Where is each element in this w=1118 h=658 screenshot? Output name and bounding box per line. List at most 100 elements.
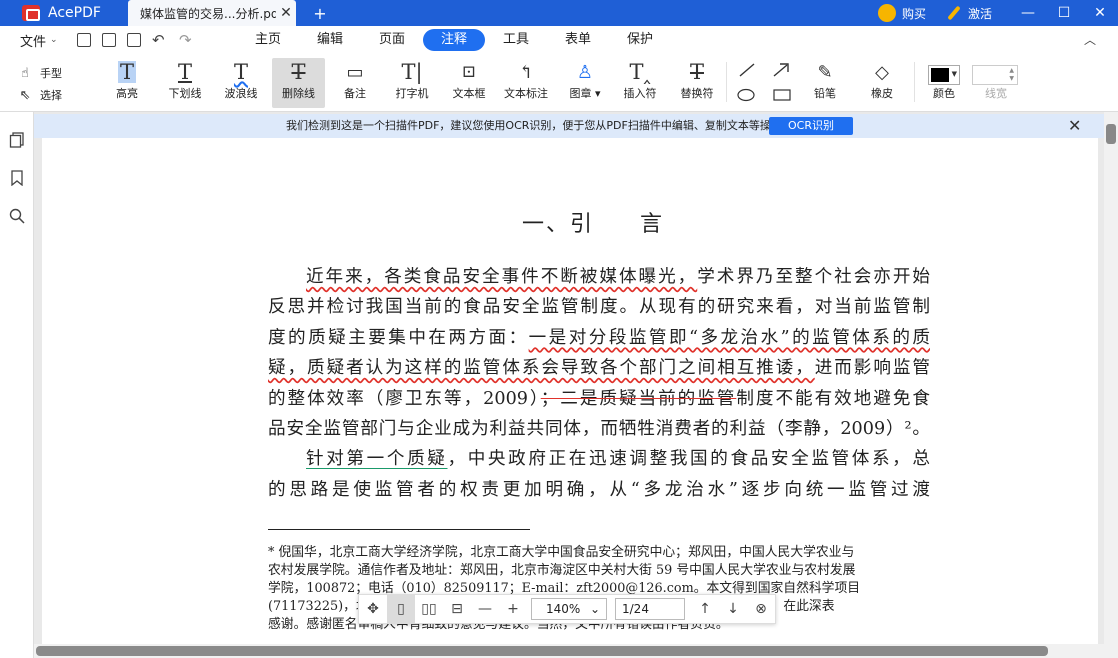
zoom-in-icon[interactable]: + <box>499 594 527 624</box>
pdf-page[interactable]: 一、引 言 近年来，各类食品安全事件不断被媒体曝光，学术界乃至整个社会亦开始 反思… <box>42 138 1098 646</box>
tab-form[interactable]: 表单 <box>547 29 609 51</box>
redo-icon[interactable]: ↷ <box>179 33 195 48</box>
save-icon[interactable] <box>102 33 116 47</box>
underline-annotation[interactable]: 针对第一个质疑 <box>306 449 448 469</box>
zoom-value: 140% <box>546 602 581 616</box>
buy-icon[interactable] <box>877 4 896 22</box>
line-width-label: 线宽 <box>985 87 1007 100</box>
tab-page[interactable]: 页面 <box>361 29 423 51</box>
horizontal-scrollbar[interactable] <box>34 644 1104 658</box>
title-bar: AcePDF 媒体监管的交易...分析.pdf* ✕ + 购买 激活 — ☐ ✕ <box>0 0 1118 26</box>
squiggly-tool[interactable]: T 波浪线 <box>218 58 264 108</box>
stamp-tool[interactable]: ♙ 图章 ▾ <box>562 58 608 108</box>
line-shape-icon[interactable] <box>738 62 756 78</box>
footnote-rule <box>268 529 530 530</box>
menu-bar: 文件 ⌄ ↶ ↷ 主页 编辑 页面 注释 工具 表单 保护 ︿ <box>0 26 1118 54</box>
tab-tools[interactable]: 工具 <box>485 29 547 51</box>
select-tool[interactable]: ⇖ 选择 <box>18 84 62 106</box>
tab-protect[interactable]: 保护 <box>609 29 671 51</box>
text-line: 疑，质疑者认为这样的监管体系会导致各个部门之间相互推诿，进而影响监管 <box>268 358 930 379</box>
app-name: AcePDF <box>48 5 101 21</box>
buy-link[interactable]: 购买 <box>902 5 926 22</box>
squiggly-annotation[interactable]: 一是对分段监管即“多龙治水”的监管体系的质 <box>529 328 930 348</box>
note-icon: ▭ <box>346 61 364 83</box>
thumbnails-icon[interactable] <box>9 132 25 148</box>
ribbon-separator <box>914 62 915 102</box>
highlight-label: 高亮 <box>116 87 138 100</box>
zoom-out-icon[interactable]: — <box>471 594 499 624</box>
ellipse-shape-icon[interactable] <box>736 88 756 102</box>
stamp-label: 图章 ▾ <box>569 87 601 100</box>
print-icon[interactable] <box>127 33 141 47</box>
file-menu[interactable]: 文件 ⌄ <box>20 31 66 50</box>
vertical-scrollbar[interactable] <box>1104 112 1118 658</box>
tab-annotate[interactable]: 注释 <box>423 29 485 51</box>
close-banner-icon[interactable]: ✕ <box>1068 114 1081 138</box>
search-icon[interactable] <box>9 208 25 224</box>
current-color-swatch <box>931 68 949 82</box>
open-folder-icon[interactable] <box>77 33 91 47</box>
activate-icon[interactable] <box>946 5 962 21</box>
fit-height-icon[interactable]: ⊟ <box>443 594 471 624</box>
close-toolbar-icon[interactable]: ⊗ <box>747 594 775 624</box>
pencil-tool[interactable]: ✎ 铅笔 <box>802 58 848 108</box>
select-tool-label: 选择 <box>40 89 62 102</box>
close-tab-icon[interactable]: ✕ <box>276 5 296 21</box>
vertical-scroll-thumb[interactable] <box>1106 124 1116 144</box>
horizontal-scroll-thumb[interactable] <box>36 646 1048 656</box>
pan-move-icon[interactable]: ✥ <box>359 594 387 624</box>
undo-icon[interactable]: ↶ <box>152 33 168 48</box>
note-label: 备注 <box>344 87 366 100</box>
tab-edit[interactable]: 编辑 <box>299 29 361 51</box>
body-text: 近年来，各类食品安全事件不断被媒体曝光，学术界乃至整个社会亦开始 反思并检讨我国… <box>268 262 930 505</box>
single-page-icon[interactable]: ▯ <box>387 594 415 624</box>
maximize-button[interactable]: ☐ <box>1046 0 1082 26</box>
underline-icon: T <box>177 60 192 84</box>
underline-tool[interactable]: T 下划线 <box>162 58 208 108</box>
replace-caret-tool[interactable]: T 替换符 <box>674 58 720 108</box>
text-line: 的整体效率（廖卫东等，2009）；二是质疑当前的监管制度不能有效地避免食 <box>268 388 930 409</box>
note-tool[interactable]: ▭ 备注 <box>332 58 378 108</box>
document-tab[interactable]: 媒体监管的交易...分析.pdf* ✕ <box>128 0 296 26</box>
eraser-tool[interactable]: ◇ 橡皮 <box>859 58 905 108</box>
page-number-input[interactable]: 1/24 <box>615 598 685 620</box>
textbox-tool[interactable]: ⊡ 文本框 <box>446 58 492 108</box>
two-page-icon[interactable]: ▯▯ <box>415 594 443 624</box>
color-label: 颜色 <box>933 87 955 100</box>
squiggly-annotation[interactable]: 近年来，各类食品安全事件不断被媒体曝光， <box>306 267 697 287</box>
strikethrough-annotation[interactable]: ；二是质疑当前的监管 <box>541 389 737 409</box>
color-picker[interactable]: ▼ <box>928 65 960 85</box>
previous-page-icon[interactable]: ↑ <box>691 594 719 624</box>
eraser-icon: ◇ <box>875 61 889 83</box>
rectangle-shape-icon[interactable] <box>772 88 792 102</box>
line-width-stepper[interactable]: ▲ ▼ <box>972 65 1018 85</box>
text-line: 度的质疑主要集中在两方面：一是对分段监管即“多龙治水”的监管体系的质 <box>268 327 930 348</box>
close-window-button[interactable]: ✕ <box>1082 0 1118 26</box>
hand-tool[interactable]: ☝ 手型 <box>18 62 62 84</box>
zoom-select[interactable]: 140% ⌄ <box>531 598 607 620</box>
line-width-label-wrap: 线宽 <box>976 86 1016 106</box>
next-page-icon[interactable]: ↓ <box>719 594 747 624</box>
eraser-label: 橡皮 <box>871 87 893 100</box>
arrow-shape-icon[interactable] <box>772 62 790 78</box>
typewriter-label: 打字机 <box>395 87 429 100</box>
callout-label: 文本标注 <box>504 87 548 100</box>
highlight-tool[interactable]: T 高亮 <box>104 58 150 108</box>
typewriter-tool[interactable]: T| 打字机 <box>389 58 435 108</box>
ocr-button[interactable]: OCR识别 <box>769 117 853 135</box>
strikethrough-icon: T <box>291 60 306 84</box>
ocr-banner-message: 我们检测到这是一个扫描件PDF，建议您使用OCR识别，便于您从PDF扫描件中编辑… <box>286 119 793 132</box>
new-tab-icon[interactable]: + <box>310 4 330 23</box>
insert-caret-icon: T‸ <box>629 60 651 84</box>
activate-link[interactable]: 激活 <box>968 5 992 22</box>
callout-tool[interactable]: ↰ 文本标注 <box>502 58 550 108</box>
heading-part-right: 言 <box>640 212 665 237</box>
tab-home[interactable]: 主页 <box>237 29 299 51</box>
minimize-button[interactable]: — <box>1010 0 1046 26</box>
squiggly-annotation[interactable]: 疑，质疑者认为这样的监管体系会导致各个部门之间相互推诿， <box>268 358 815 378</box>
text-line: 近年来，各类食品安全事件不断被媒体曝光，学术界乃至整个社会亦开始 <box>306 267 930 287</box>
strikethrough-tool[interactable]: T 删除线 <box>272 58 325 108</box>
insert-caret-tool[interactable]: T‸ 插入符 <box>617 58 663 108</box>
bookmark-icon[interactable] <box>9 170 25 186</box>
collapse-ribbon-icon[interactable]: ︿ <box>1084 31 1096 48</box>
